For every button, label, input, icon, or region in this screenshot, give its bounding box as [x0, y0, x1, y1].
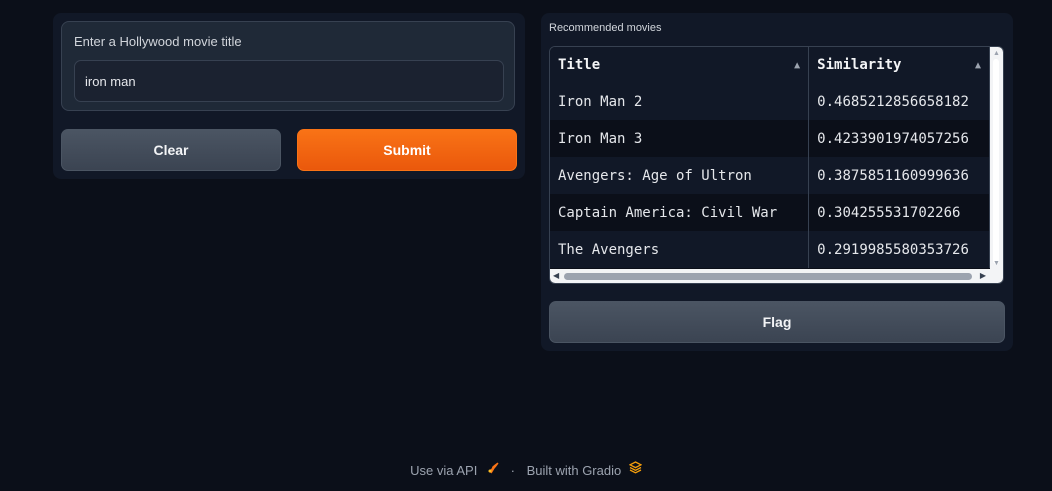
scroll-down-icon[interactable]: ▼ [993, 260, 1000, 267]
table-row: Iron Man 3 0.4233901974057256 [550, 120, 990, 157]
title-cell[interactable]: Avengers: Age of Ultron [550, 157, 810, 194]
column-header-title[interactable]: Title ▲ [550, 47, 810, 83]
table-row: Avengers: Age of Ultron 0.38758511609996… [550, 157, 990, 194]
title-cell[interactable]: The Avengers [550, 231, 810, 268]
flag-button[interactable]: Flag [549, 301, 1005, 343]
vertical-scroll-thumb[interactable] [993, 59, 999, 264]
title-cell[interactable]: Captain America: Civil War [550, 194, 810, 231]
title-cell[interactable]: Iron Man 2 [550, 83, 810, 120]
clear-button[interactable]: Clear [61, 129, 281, 171]
horizontal-scroll-thumb[interactable] [564, 273, 972, 280]
gradio-app: Enter a Hollywood movie title Clear Subm… [0, 0, 1052, 491]
column-header-label: Title [558, 57, 601, 73]
footer-separator: · [510, 463, 515, 479]
movie-title-input[interactable] [74, 60, 504, 102]
gradio-logo-icon [628, 461, 642, 474]
sort-ascending-icon[interactable]: ▲ [794, 60, 800, 71]
table-row: Captain America: Civil War 0.30425553170… [550, 194, 990, 231]
input-panel: Enter a Hollywood movie title Clear Subm… [53, 13, 525, 179]
footer: Use via API · Built with Gradio [0, 461, 1052, 478]
column-header-similarity[interactable]: Similarity ▲ [808, 47, 990, 83]
scroll-left-icon[interactable]: ◀ [553, 271, 559, 280]
vertical-scrollbar[interactable]: ▲ ▼ [990, 47, 1003, 269]
similarity-cell[interactable]: 0.4233901974057256 [808, 120, 990, 157]
table-row: Iron Man 2 0.4685212856658182 [550, 83, 990, 120]
horizontal-scrollbar[interactable]: ◀ ▶ [550, 269, 1003, 283]
movie-title-label: Enter a Hollywood movie title [74, 34, 242, 49]
built-with-gradio-link[interactable]: Built with Gradio [527, 463, 622, 478]
table-row: The Avengers 0.2919985580353726 [550, 231, 990, 268]
column-header-label: Similarity [817, 57, 902, 73]
similarity-cell[interactable]: 0.4685212856658182 [808, 83, 990, 120]
sort-ascending-icon[interactable]: ▲ [975, 60, 981, 71]
similarity-cell[interactable]: 0.2919985580353726 [808, 231, 990, 268]
submit-button[interactable]: Submit [297, 129, 517, 171]
similarity-cell[interactable]: 0.3875851160999636 [808, 157, 990, 194]
rocket-icon [488, 462, 499, 474]
output-panel: Recommended movies Title ▲ Similarity ▲ … [541, 13, 1013, 351]
recommendations-table[interactable]: Title ▲ Similarity ▲ Iron Man 2 0.468521… [549, 46, 1004, 284]
movie-title-block: Enter a Hollywood movie title [61, 21, 515, 111]
scroll-right-icon[interactable]: ▶ [980, 271, 986, 280]
use-via-api-link[interactable]: Use via API [410, 463, 477, 478]
recommended-movies-label: Recommended movies [549, 22, 662, 34]
similarity-cell[interactable]: 0.304255531702266 [808, 194, 990, 231]
scroll-up-icon[interactable]: ▲ [993, 50, 1000, 57]
title-cell[interactable]: Iron Man 3 [550, 120, 810, 157]
